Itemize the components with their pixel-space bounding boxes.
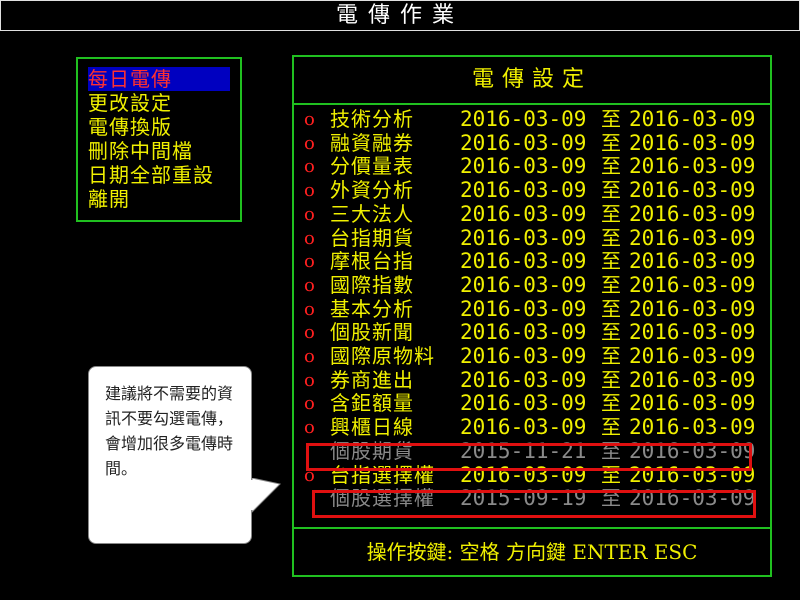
check-mark-icon[interactable]: o — [304, 156, 318, 177]
check-mark-icon[interactable]: o — [304, 275, 318, 296]
end-date[interactable]: 2016-03-09 — [629, 202, 755, 226]
end-date[interactable]: 2016-03-09 — [629, 273, 755, 297]
item-label: 券商進出 — [330, 367, 414, 392]
item-label: 國際原物料 — [330, 344, 435, 368]
item-label: 三大法人 — [330, 201, 414, 226]
advice-text: 建議將不需要的資訊不要勾選電傳，會增加很多電傳時間。 — [105, 384, 234, 478]
menu-item-delete-temp-files[interactable]: 刪除中間檔 — [88, 139, 234, 163]
check-mark-icon[interactable]: o — [304, 417, 318, 438]
main-menu: 每日電傳 更改設定 電傳換版 刪除中間檔 日期全部重設 離開 — [76, 57, 242, 222]
end-date[interactable]: 2016-03-09 — [629, 131, 755, 155]
start-date[interactable]: 2016-03-09 — [460, 320, 586, 344]
item-label: 外資分析 — [330, 178, 414, 203]
menu-item-reset-all-dates[interactable]: 日期全部重設 — [88, 163, 234, 187]
end-date[interactable]: 2016-03-09 — [629, 154, 755, 178]
range-word: 至 — [601, 107, 621, 131]
start-date[interactable]: 2016-03-09 — [460, 154, 586, 178]
start-date[interactable]: 2016-03-09 — [460, 131, 586, 155]
end-date[interactable]: 2016-03-09 — [629, 226, 755, 250]
item-label: 摩根台指 — [330, 249, 414, 274]
start-date[interactable]: 2016-03-09 — [460, 249, 586, 273]
range-word: 至 — [601, 415, 621, 440]
end-date[interactable]: 2016-03-09 — [629, 368, 755, 392]
highlight-box-stock-futures — [306, 443, 752, 471]
highlight-box-stock-options — [312, 490, 756, 518]
check-mark-icon[interactable]: o — [304, 322, 318, 343]
check-mark-icon[interactable]: o — [304, 251, 318, 272]
end-date[interactable]: 2016-03-09 — [629, 415, 755, 439]
menu-item-change-settings[interactable]: 更改設定 — [88, 91, 234, 115]
start-date[interactable]: 2016-03-09 — [460, 344, 586, 368]
item-label: 興櫃日線 — [330, 415, 414, 440]
item-label: 分價量表 — [330, 154, 414, 179]
end-date[interactable]: 2016-03-09 — [629, 249, 755, 273]
item-label: 基本分析 — [330, 296, 414, 321]
range-word: 至 — [601, 130, 621, 155]
range-word: 至 — [601, 344, 621, 368]
start-date[interactable]: 2016-03-09 — [460, 178, 586, 202]
range-word: 至 — [601, 154, 621, 179]
end-date[interactable]: 2016-03-09 — [629, 320, 755, 344]
range-word: 至 — [601, 249, 621, 274]
start-date[interactable]: 2016-03-09 — [460, 273, 586, 297]
item-label: 個股新聞 — [330, 320, 414, 345]
item-label: 台指期貨 — [330, 225, 414, 250]
check-mark-icon[interactable]: o — [304, 346, 318, 367]
start-date[interactable]: 2016-03-09 — [460, 202, 586, 226]
end-date[interactable]: 2016-03-09 — [629, 297, 755, 321]
check-mark-icon[interactable]: o — [304, 228, 318, 249]
start-date[interactable]: 2016-03-09 — [460, 391, 586, 415]
callout-tail — [250, 478, 282, 514]
range-word: 至 — [601, 272, 621, 297]
range-word: 至 — [601, 225, 621, 250]
end-date[interactable]: 2016-03-09 — [629, 178, 755, 202]
range-word: 至 — [601, 296, 621, 321]
check-mark-icon[interactable]: o — [304, 109, 318, 130]
advice-callout: 建議將不需要的資訊不要勾選電傳，會增加很多電傳時間。 — [88, 366, 252, 544]
range-word: 至 — [601, 178, 621, 203]
range-word: 至 — [601, 367, 621, 392]
item-label: 技術分析 — [330, 107, 414, 131]
item-label: 含鉅額量 — [330, 391, 414, 416]
menu-item-daily-transfer[interactable]: 每日電傳 — [88, 67, 230, 91]
range-word: 至 — [601, 320, 621, 345]
check-mark-icon[interactable]: o — [304, 133, 318, 154]
window-title: 電傳作業 — [0, 0, 800, 31]
check-mark-icon[interactable]: o — [304, 299, 318, 320]
start-date[interactable]: 2016-03-09 — [460, 297, 586, 321]
start-date[interactable]: 2016-03-09 — [460, 226, 586, 250]
check-mark-icon[interactable]: o — [304, 393, 318, 414]
check-mark-icon[interactable]: o — [304, 370, 318, 391]
menu-item-change-version[interactable]: 電傳換版 — [88, 115, 234, 139]
start-date[interactable]: 2016-03-09 — [460, 368, 586, 392]
end-date[interactable]: 2016-03-09 — [629, 107, 755, 131]
item-label: 融資融券 — [330, 130, 414, 155]
range-word: 至 — [601, 201, 621, 226]
start-date[interactable]: 2016-03-09 — [460, 415, 586, 439]
check-mark-icon[interactable]: o — [304, 180, 318, 201]
end-date[interactable]: 2016-03-09 — [629, 391, 755, 415]
item-label: 國際指數 — [330, 272, 414, 297]
panel-title: 電傳設定 — [294, 57, 770, 105]
check-mark-icon[interactable]: o — [304, 204, 318, 225]
key-help: 操作按鍵: 空格 方向鍵 ENTER ESC — [294, 527, 770, 575]
range-word: 至 — [601, 391, 621, 416]
start-date[interactable]: 2016-03-09 — [460, 107, 586, 131]
menu-item-exit[interactable]: 離開 — [88, 187, 234, 211]
end-date[interactable]: 2016-03-09 — [629, 344, 755, 368]
